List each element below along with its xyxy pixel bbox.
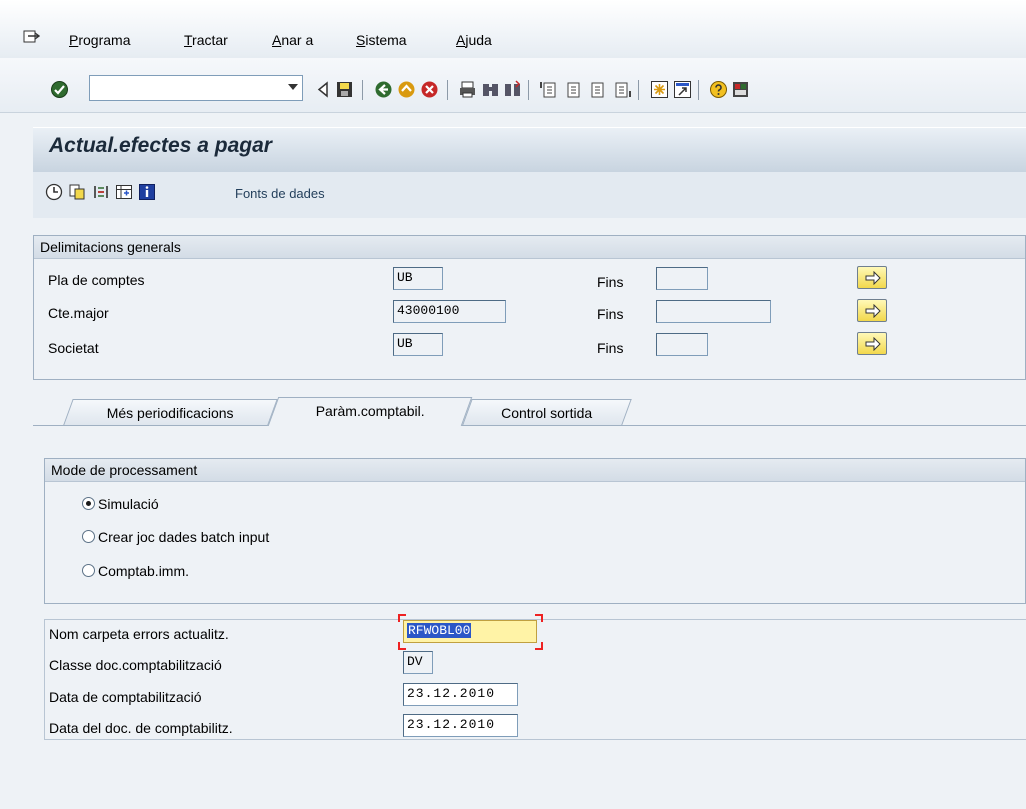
info-icon[interactable] <box>138 183 156 201</box>
company-code-to-field[interactable] <box>656 333 708 356</box>
execute-icon[interactable] <box>45 183 63 201</box>
gl-account-to-field[interactable] <box>656 300 771 323</box>
first-page-icon[interactable] <box>540 80 559 99</box>
menu-anar-a[interactable]: Anar a <box>272 32 313 48</box>
print-icon[interactable] <box>458 80 477 99</box>
field-label-posting-date: Data de comptabilització <box>49 689 202 705</box>
focus-corner <box>535 642 543 650</box>
page-title: Actual.efectes a pagar <box>49 134 272 157</box>
radio-label[interactable]: Simulació <box>98 496 159 512</box>
radio-immediate-posting[interactable] <box>82 564 95 577</box>
back-triangle-icon[interactable] <box>316 80 330 99</box>
to-label: Fins <box>597 340 624 356</box>
chevron-down-icon[interactable] <box>288 84 298 90</box>
gl-account-from-field[interactable]: 43000100 <box>393 300 506 323</box>
variants-icon[interactable] <box>68 183 86 201</box>
tab-posting-parameters[interactable]: Paràm.comptabil. <box>267 397 473 426</box>
selected-text: RFWOBL00 <box>407 623 472 638</box>
focus-corner <box>398 642 406 650</box>
cancel-icon[interactable] <box>420 80 439 99</box>
data-sources-button[interactable]: Fonts de dades <box>235 186 325 201</box>
title-bar: Actual.efectes a pagar <box>33 127 1026 172</box>
radio-label[interactable]: Crear joc dades batch input <box>98 529 269 545</box>
dynamic-selection-icon[interactable] <box>115 183 133 201</box>
tab-label: Control sortida <box>501 405 593 421</box>
last-page-icon[interactable] <box>612 80 631 99</box>
doc-type-field[interactable]: DV <box>403 651 433 674</box>
prev-page-icon[interactable] <box>564 80 583 99</box>
chart-of-accounts-from-field[interactable]: UB <box>393 267 443 290</box>
error-folder-field[interactable]: RFWOBL00 <box>403 620 537 643</box>
multiple-selection-button[interactable] <box>857 266 887 289</box>
radio-label[interactable]: Comptab.imm. <box>98 563 189 579</box>
find-icon[interactable] <box>481 80 500 99</box>
menu-sistema[interactable]: Sistema <box>356 32 407 48</box>
radio-batch-input[interactable] <box>82 530 95 543</box>
multiple-selection-button[interactable] <box>857 332 887 355</box>
document-date-field[interactable]: 23.12.2010 <box>403 714 518 737</box>
menu-ajuda[interactable]: Ajuda <box>456 32 492 48</box>
create-session-icon[interactable] <box>650 80 669 99</box>
radio-simulation[interactable] <box>82 497 95 510</box>
focus-corner <box>535 614 543 622</box>
command-field[interactable] <box>89 75 303 101</box>
toolbar-separator <box>447 80 448 100</box>
field-label-error-folder: Nom carpeta errors actualitz. <box>49 626 229 642</box>
toolbar-separator <box>638 80 639 100</box>
tab-label: Paràm.comptabil. <box>315 403 425 419</box>
menu-programa[interactable]: Programa <box>69 32 130 48</box>
menu-tractar[interactable]: Tractar <box>184 32 228 48</box>
next-page-icon[interactable] <box>588 80 607 99</box>
selection-options-icon[interactable] <box>92 183 110 201</box>
toolbar-separator <box>362 80 363 100</box>
field-label-document-date: Data del doc. de comptabilitz. <box>49 720 233 736</box>
toolbar-separator <box>698 80 699 100</box>
group-header: Mode de processament <box>45 459 1025 482</box>
field-label-company-code: Societat <box>48 340 99 356</box>
field-label-gl-account: Cte.major <box>48 305 109 321</box>
exit-icon[interactable] <box>397 80 416 99</box>
posting-date-field[interactable]: 23.12.2010 <box>403 683 518 706</box>
arrow-right-icon <box>865 304 881 318</box>
field-label-chart-of-accounts: Pla de comptes <box>48 272 145 288</box>
focus-corner <box>398 614 406 622</box>
to-label: Fins <box>597 274 624 290</box>
multiple-selection-button[interactable] <box>857 299 887 322</box>
to-label: Fins <box>597 306 624 322</box>
arrow-right-icon <box>865 337 881 351</box>
system-menu-icon[interactable] <box>23 29 40 45</box>
application-toolbar <box>33 172 1026 218</box>
tab-output-control[interactable]: Control sortida <box>462 399 632 425</box>
find-next-icon[interactable] <box>503 80 522 99</box>
toolbar-separator <box>528 80 529 100</box>
tab-more-accruals[interactable]: Més periodificacions <box>63 399 278 425</box>
arrow-right-icon <box>865 271 881 285</box>
save-icon[interactable] <box>335 80 354 99</box>
layout-icon[interactable] <box>731 80 750 99</box>
check-icon[interactable] <box>50 80 69 99</box>
group-header: Delimitacions generals <box>34 236 1025 259</box>
chart-of-accounts-to-field[interactable] <box>656 267 708 290</box>
company-code-from-field[interactable]: UB <box>393 333 443 356</box>
shortcut-icon[interactable] <box>673 80 692 99</box>
back-icon[interactable] <box>374 80 393 99</box>
field-label-doc-type: Classe doc.comptabilització <box>49 657 222 673</box>
menu-bar: Programa Tractar Anar a Sistema Ajuda <box>0 0 1026 58</box>
help-icon[interactable] <box>709 80 728 99</box>
tab-label: Més periodificacions <box>106 405 234 421</box>
